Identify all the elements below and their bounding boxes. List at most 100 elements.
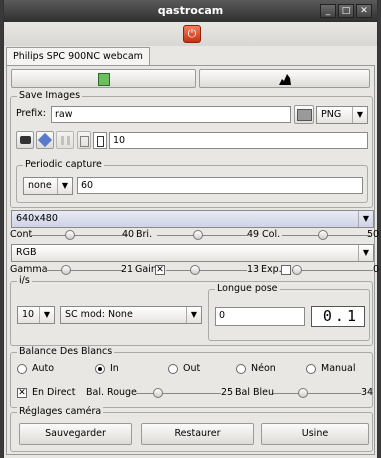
exp-slider-handle[interactable] bbox=[292, 265, 302, 275]
wb-manual-label: Manual bbox=[321, 363, 356, 374]
gain-label: Gain bbox=[135, 264, 157, 275]
long-exposure-group: Longue pose 0 0.1 bbox=[208, 283, 370, 341]
power-icon[interactable]: ⏻ bbox=[183, 25, 201, 43]
sc-mod-value: SC mod: None bbox=[65, 309, 133, 320]
long-exposure-display: 0.1 bbox=[311, 306, 365, 327]
format-select[interactable]: PNG ▼ bbox=[316, 106, 368, 124]
periodic-capture-title: Periodic capture bbox=[23, 159, 104, 171]
red-balance-label: Bal. Rouge bbox=[86, 387, 137, 398]
wb-neon-label: Néon bbox=[251, 363, 276, 374]
wb-auto-label: Auto bbox=[32, 363, 55, 374]
camera-settings-group: Réglages caméra Sauvegarder Restaurer Us… bbox=[10, 406, 373, 452]
chevron-down-icon: ▼ bbox=[186, 307, 201, 323]
chevron-down-icon: ▼ bbox=[352, 107, 367, 123]
stop-icon bbox=[79, 136, 89, 147]
folder-icon bbox=[296, 109, 312, 121]
wb-out-label: Out bbox=[183, 363, 201, 374]
periodic-mode-value: none bbox=[28, 180, 52, 191]
red-balance-value: 25 bbox=[221, 387, 234, 398]
restore-settings-button[interactable]: Restaurer bbox=[141, 423, 254, 445]
prefix-label: Prefix: bbox=[16, 108, 46, 119]
palette-select[interactable]: RGB ▼ bbox=[11, 244, 374, 262]
cont-value: 40 bbox=[122, 229, 135, 240]
bri-value: 49 bbox=[247, 229, 260, 240]
frame-count-input[interactable]: 10 bbox=[109, 132, 368, 149]
close-button[interactable]: ✕ bbox=[356, 4, 372, 18]
chevron-down-icon: ▼ bbox=[39, 307, 54, 323]
fps-title: i/s bbox=[17, 275, 32, 287]
wb-in-label: In bbox=[110, 363, 119, 374]
record-button[interactable] bbox=[36, 131, 54, 149]
cont-slider-handle[interactable] bbox=[65, 230, 75, 240]
image-view-button[interactable] bbox=[11, 69, 196, 88]
save-images-group: Save Images Prefix: raw PNG ▼ 10 Periodi… bbox=[10, 90, 373, 208]
live-checkbox[interactable]: ✕ bbox=[17, 388, 27, 398]
white-balance-group: Balance Des Blancs Auto In Out Néon Manu… bbox=[10, 346, 373, 408]
wb-out-radio[interactable] bbox=[168, 364, 178, 374]
gain-slider-track[interactable] bbox=[166, 270, 247, 271]
fps-group: i/s 10 ▼ SC mod: None ▼ Longue pose 0 0.… bbox=[10, 275, 373, 346]
sc-mod-select[interactable]: SC mod: None ▼ bbox=[60, 306, 202, 324]
snapshot-button[interactable] bbox=[16, 131, 34, 149]
counter-spin[interactable] bbox=[93, 132, 107, 149]
wb-in-radio[interactable] bbox=[95, 364, 105, 374]
exp-slider-track[interactable] bbox=[292, 270, 373, 271]
periodic-mode-select[interactable]: none ▼ bbox=[23, 177, 73, 195]
cont-label: Cont bbox=[10, 229, 33, 240]
red-balance-slider-track[interactable] bbox=[136, 393, 221, 394]
pause-icon bbox=[60, 136, 70, 145]
chevron-down-icon: ▼ bbox=[358, 211, 373, 227]
power-toolbar: ⏻ bbox=[4, 22, 377, 46]
col-slider-handle[interactable] bbox=[318, 230, 328, 240]
format-value: PNG bbox=[321, 109, 342, 120]
palette-value: RGB bbox=[16, 247, 37, 258]
app-window: qastrocam _ □ ✕ ⏻ Philips SPC 900NC webc… bbox=[3, 0, 379, 458]
blue-balance-label: Bal Bleu bbox=[235, 387, 275, 398]
chevron-down-icon: ▼ bbox=[358, 245, 373, 261]
bri-slider-handle[interactable] bbox=[193, 230, 203, 240]
cont-slider-track[interactable] bbox=[31, 235, 128, 236]
save-images-title: Save Images bbox=[17, 90, 83, 102]
webcam-panel: Save Images Prefix: raw PNG ▼ 10 Periodi… bbox=[6, 65, 379, 455]
gamma-slider-track[interactable] bbox=[46, 270, 123, 271]
exp-value: 0 bbox=[373, 264, 380, 275]
fps-value: 10 bbox=[22, 309, 35, 320]
col-value: 50 bbox=[367, 229, 380, 240]
exp-label: Exp. bbox=[261, 264, 282, 275]
blue-balance-slider-track[interactable] bbox=[273, 393, 361, 394]
factory-reset-button[interactable]: Usine bbox=[261, 423, 369, 445]
blue-balance-slider-handle[interactable] bbox=[298, 388, 308, 398]
periodic-capture-group: Periodic capture none ▼ 60 bbox=[16, 159, 368, 203]
resolution-select[interactable]: 640x480 ▼ bbox=[11, 210, 374, 228]
resolution-value: 640x480 bbox=[16, 213, 58, 224]
wb-neon-radio[interactable] bbox=[236, 364, 246, 374]
save-settings-button[interactable]: Sauvegarder bbox=[19, 423, 132, 445]
spin-icon bbox=[96, 136, 104, 147]
auto-gain-checkbox[interactable]: ✕ bbox=[155, 265, 165, 275]
gain-value: 13 bbox=[247, 264, 260, 275]
image-icon bbox=[97, 73, 110, 86]
fps-select[interactable]: 10 ▼ bbox=[17, 306, 55, 324]
gamma-value: 21 bbox=[121, 264, 134, 275]
folder-button[interactable] bbox=[294, 105, 314, 124]
bri-label: Bri. bbox=[136, 229, 153, 240]
camera-icon bbox=[19, 136, 31, 144]
wb-manual-radio[interactable] bbox=[306, 364, 316, 374]
tab-webcam[interactable]: Philips SPC 900NC webcam bbox=[6, 47, 150, 65]
auto-exp-checkbox[interactable] bbox=[281, 265, 291, 275]
histogram-view-button[interactable] bbox=[199, 69, 370, 88]
maximize-button[interactable]: □ bbox=[338, 4, 354, 18]
wb-auto-radio[interactable] bbox=[17, 364, 27, 374]
red-balance-slider-handle[interactable] bbox=[153, 388, 163, 398]
histogram-icon bbox=[278, 74, 291, 85]
live-label: En Direct bbox=[32, 387, 76, 398]
prefix-input[interactable]: raw bbox=[51, 106, 291, 123]
stop-button[interactable] bbox=[77, 131, 91, 149]
col-label: Col. bbox=[262, 229, 281, 240]
long-exposure-input[interactable]: 0 bbox=[215, 307, 305, 326]
gain-slider-handle[interactable] bbox=[190, 265, 200, 275]
gamma-slider-handle[interactable] bbox=[61, 265, 71, 275]
periodic-interval-input[interactable]: 60 bbox=[77, 177, 363, 194]
minimize-button[interactable]: _ bbox=[320, 4, 336, 18]
pause-button[interactable] bbox=[56, 131, 74, 149]
